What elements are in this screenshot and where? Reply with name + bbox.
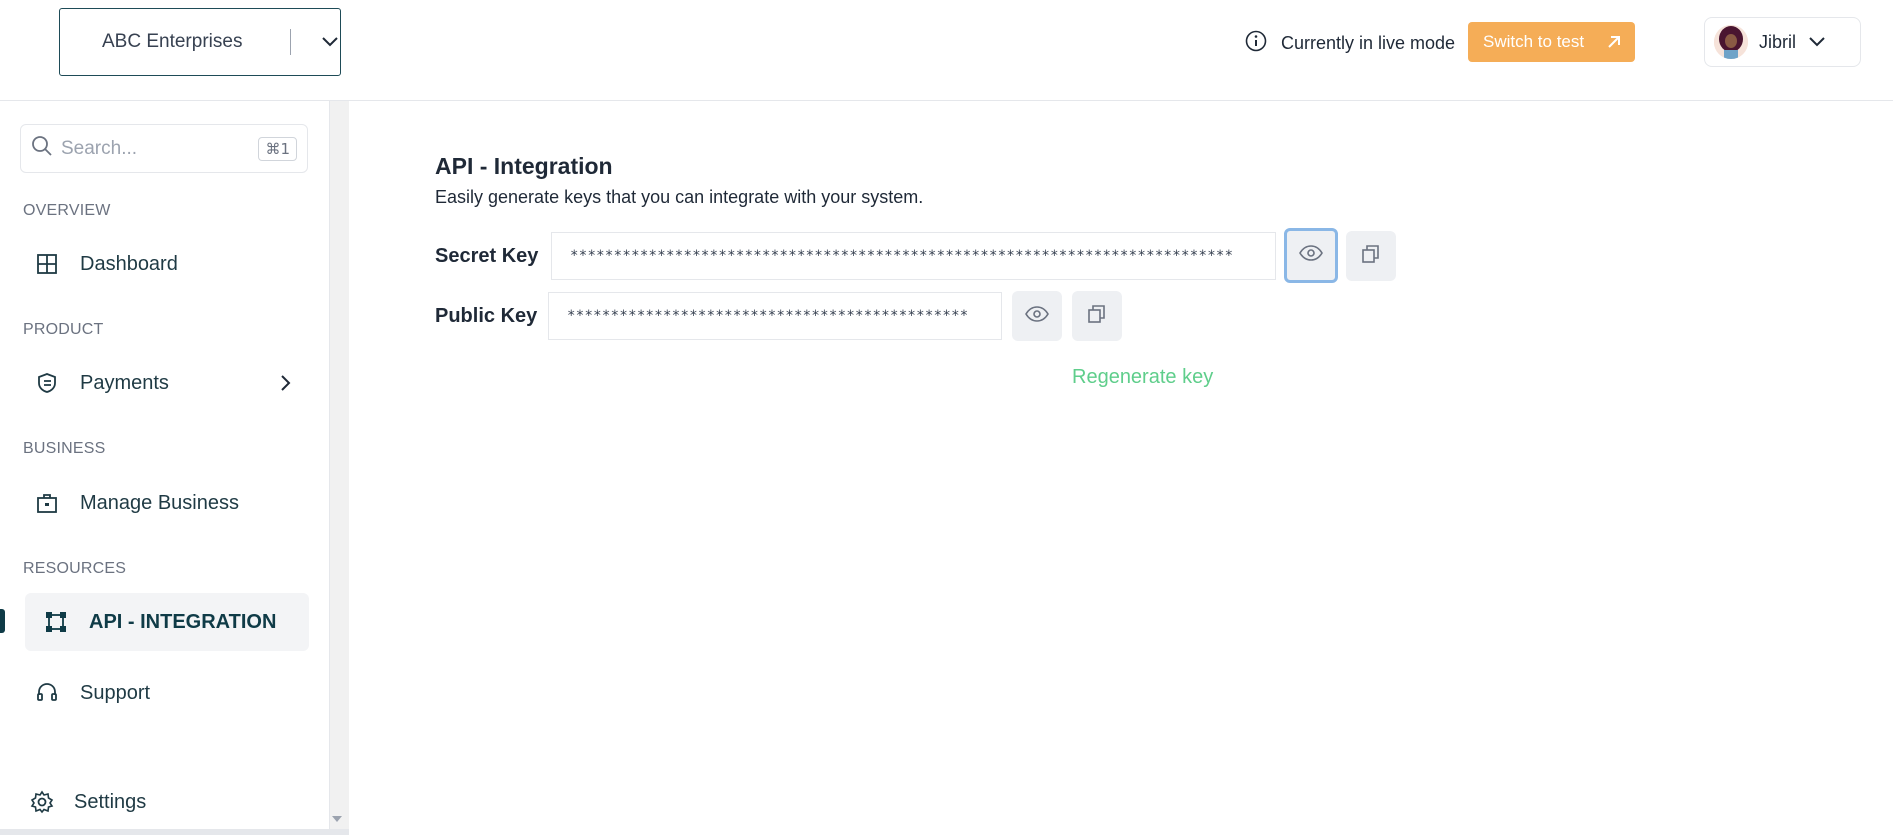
secret-key-label: Secret Key xyxy=(435,245,539,267)
regenerate-key-link[interactable]: Regenerate key xyxy=(1072,366,1213,389)
copy-secret-key-button[interactable] xyxy=(1346,231,1396,281)
section-business: BUSINESS xyxy=(23,440,106,457)
scroll-down-arrow-icon[interactable] xyxy=(332,816,342,822)
user-menu[interactable]: Jibril xyxy=(1704,17,1861,67)
section-resources: RESOURCES xyxy=(23,560,127,577)
copy-icon xyxy=(1361,244,1381,269)
integration-icon xyxy=(25,611,73,633)
briefcase-icon xyxy=(24,492,72,514)
switch-to-test-button[interactable]: Switch to test xyxy=(1468,22,1635,62)
avatar xyxy=(1714,25,1748,59)
business-selector[interactable]: ABC Enterprises xyxy=(59,8,341,76)
grid-icon xyxy=(24,253,72,275)
arrow-up-right-icon xyxy=(1606,34,1622,50)
show-public-key-button[interactable] xyxy=(1012,291,1062,341)
copy-public-key-button[interactable] xyxy=(1072,291,1122,341)
sidebar-item-api-integration[interactable]: API - INTEGRATION xyxy=(25,593,309,651)
sidebar-item-support[interactable]: Support xyxy=(24,664,308,722)
info-icon xyxy=(1245,30,1267,57)
secret-key-field[interactable]: ****************************************… xyxy=(551,232,1276,280)
mode-text: Currently in live mode xyxy=(1281,33,1456,53)
page-subtitle: Easily generate keys that you can integr… xyxy=(435,187,924,207)
public-key-label: Public Key xyxy=(435,305,538,327)
eye-icon xyxy=(1025,305,1049,327)
section-product: PRODUCT xyxy=(23,321,104,338)
chevron-right-icon xyxy=(280,374,292,397)
public-key-field[interactable]: ****************************************… xyxy=(548,292,1002,340)
eye-icon xyxy=(1299,245,1323,266)
sidebar-item-payments[interactable]: Payments xyxy=(24,354,308,412)
search-input[interactable]: Search... ⌘1 xyxy=(20,124,308,173)
sidebar-scrollbar[interactable] xyxy=(329,101,349,835)
headset-icon xyxy=(24,682,72,704)
business-name: ABC Enterprises xyxy=(102,31,243,52)
switch-label: Switch to test xyxy=(1483,32,1585,51)
gear-icon xyxy=(18,790,66,814)
chevron-down-icon[interactable] xyxy=(321,36,339,48)
search-icon xyxy=(31,135,53,162)
top-header: ABC Enterprises Currently in live mode S… xyxy=(0,0,1893,101)
page-title: API - Integration xyxy=(435,153,613,179)
sidebar-item-dashboard[interactable]: Dashboard xyxy=(24,235,308,293)
sidebar-item-label: Settings xyxy=(74,790,147,813)
sidebar-item-settings[interactable]: Settings xyxy=(18,773,302,831)
sidebar-item-label: API - INTEGRATION xyxy=(89,610,277,633)
sidebar-item-label: Support xyxy=(80,681,151,704)
sidebar-item-label: Dashboard xyxy=(80,252,178,275)
chevron-down-icon xyxy=(1808,36,1826,48)
sidebar-item-label: Payments xyxy=(80,371,169,394)
show-secret-key-button[interactable] xyxy=(1284,228,1338,283)
user-name: Jibril xyxy=(1759,31,1797,52)
sidebar-item-label: Manage Business xyxy=(80,491,239,514)
selector-divider xyxy=(290,29,291,55)
mode-indicator: Currently in live mode xyxy=(1245,30,1455,57)
active-indicator xyxy=(0,609,5,633)
section-overview: OVERVIEW xyxy=(23,202,111,219)
search-shortcut: ⌘1 xyxy=(258,136,297,161)
copy-icon xyxy=(1087,304,1107,329)
payments-icon xyxy=(24,372,72,394)
search-placeholder: Search... xyxy=(61,137,138,159)
sidebar-item-manage-business[interactable]: Manage Business xyxy=(24,474,308,532)
